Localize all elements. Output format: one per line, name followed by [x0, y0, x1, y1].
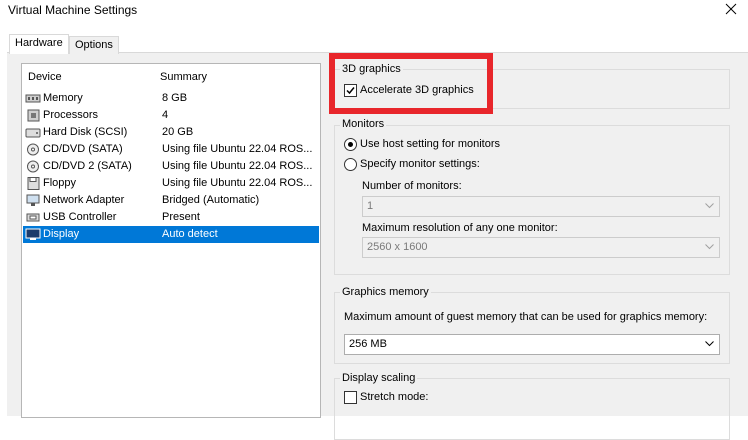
display-scaling-group-label: Display scaling [340, 372, 418, 384]
device-row-floppy[interactable]: Floppy Using file Ubuntu 22.04 ROS... [23, 175, 319, 192]
device-row-cd-dvd-2[interactable]: CD/DVD 2 (SATA) Using file Ubuntu 22.04 … [23, 158, 319, 175]
display-scaling-group [334, 378, 730, 440]
graphics-memory-group-label: Graphics memory [340, 286, 431, 298]
specify-monitor-settings-radio[interactable] [344, 158, 357, 171]
device-row-cd-dvd[interactable]: CD/DVD (SATA) Using file Ubuntu 22.04 RO… [23, 141, 319, 158]
network-adapter-icon [26, 194, 40, 206]
device-row-display[interactable]: Display Auto detect [23, 226, 319, 243]
tab-hardware[interactable]: Hardware [9, 34, 69, 54]
select-value: 2560 x 1600 [367, 241, 428, 253]
cd-dvd-icon [27, 143, 39, 156]
device-summary: Using file Ubuntu 22.04 ROS... [162, 143, 313, 155]
device-row-network-adapter[interactable]: Network Adapter Bridged (Automatic) [23, 192, 319, 209]
device-row-memory[interactable]: Memory 8 GB [23, 90, 319, 107]
stretch-mode-checkbox[interactable] [344, 391, 357, 404]
window-title: Virtual Machine Settings [8, 3, 138, 17]
close-button[interactable] [724, 2, 738, 16]
device-summary: Using file Ubuntu 22.04 ROS... [162, 177, 313, 189]
device-list[interactable]: Device Summary Memory 8 GB Processors 4 … [21, 63, 321, 418]
device-summary: 8 GB [162, 92, 188, 104]
device-name: Network Adapter [43, 194, 125, 206]
close-icon [725, 3, 737, 15]
chevron-down-icon [705, 203, 714, 209]
display-icon [25, 228, 41, 240]
device-summary: Auto detect [162, 228, 218, 240]
device-row-hard-disk[interactable]: Hard Disk (SCSI) 20 GB [23, 124, 319, 141]
tab-options[interactable]: Options [69, 36, 119, 54]
processor-icon [27, 109, 40, 122]
hard-disk-icon [25, 128, 41, 138]
device-name: Display [43, 228, 80, 240]
select-value: 256 MB [349, 338, 387, 350]
max-resolution-select[interactable]: 2560 x 1600 [362, 237, 720, 258]
device-name: USB Controller [43, 211, 117, 223]
floppy-icon [27, 177, 40, 190]
memory-icon [25, 94, 41, 103]
graphics-memory-description: Maximum amount of guest memory that can … [344, 311, 708, 323]
device-name: Memory [43, 92, 83, 104]
3d-graphics-group-label: 3D graphics [340, 63, 403, 75]
chevron-down-icon [705, 341, 714, 347]
use-host-setting-label[interactable]: Use host setting for monitors [360, 138, 500, 150]
specify-monitor-settings-label[interactable]: Specify monitor settings: [360, 158, 480, 170]
number-of-monitors-label: Number of monitors: [362, 180, 462, 192]
device-summary: 4 [162, 109, 169, 121]
device-name: Floppy [43, 177, 77, 189]
device-name: Processors [43, 109, 99, 121]
graphics-memory-select[interactable]: 256 MB [344, 334, 720, 355]
monitors-group-label: Monitors [340, 118, 387, 130]
device-column-header[interactable]: Device [28, 71, 62, 83]
checkmark-icon [346, 87, 355, 95]
select-value: 1 [367, 200, 374, 212]
accelerate-3d-label[interactable]: Accelerate 3D graphics [360, 84, 474, 96]
use-host-setting-radio[interactable] [344, 138, 357, 151]
cd-dvd-icon [27, 160, 39, 173]
device-summary: Using file Ubuntu 22.04 ROS... [162, 160, 313, 172]
device-row-usb-controller[interactable]: USB Controller Present [23, 209, 319, 226]
device-row-processors[interactable]: Processors 4 [23, 107, 319, 124]
device-summary: 20 GB [162, 126, 194, 138]
usb-icon [26, 213, 40, 222]
chevron-down-icon [705, 244, 714, 250]
number-of-monitors-select[interactable]: 1 [362, 196, 720, 217]
device-summary: Bridged (Automatic) [162, 194, 260, 206]
stretch-mode-label[interactable]: Stretch mode: [360, 391, 428, 403]
max-resolution-label: Maximum resolution of any one monitor: [362, 222, 558, 234]
device-name: Hard Disk (SCSI) [43, 126, 128, 138]
device-summary: Present [162, 211, 200, 223]
device-name: CD/DVD (SATA) [43, 143, 123, 155]
summary-column-header[interactable]: Summary [160, 71, 207, 83]
accelerate-3d-checkbox[interactable] [344, 84, 357, 97]
device-name: CD/DVD 2 (SATA) [43, 160, 132, 172]
